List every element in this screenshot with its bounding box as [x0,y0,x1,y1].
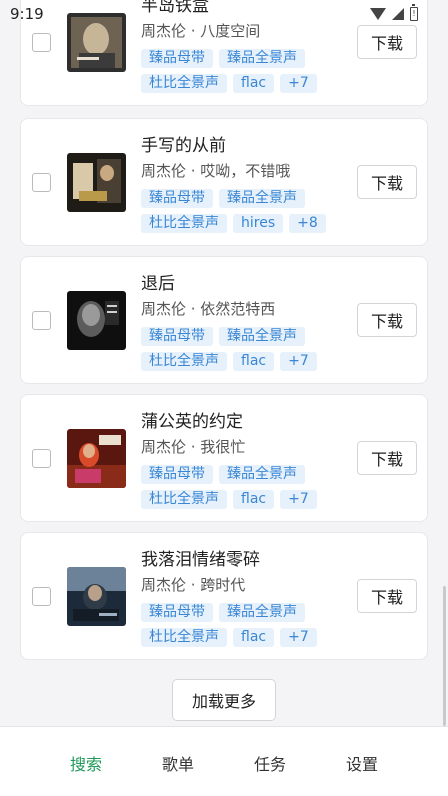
song-card: 半岛铁盒 周杰伦 · 八度空间 臻品母带 臻品全景声 杜比全景声 flac +7… [20,0,428,106]
song-title: 我落泪情绪零碎 [141,550,260,570]
quality-tag: 臻品母带 [141,49,213,68]
album-cover-aiyo [67,153,126,212]
select-checkbox[interactable] [32,449,51,468]
album-cover-the-era [67,567,126,626]
quality-tag: 杜比全景声 [141,214,227,233]
album-cover-still-fantasy [67,291,126,350]
quality-tag: 臻品全景声 [219,189,305,208]
load-more-button[interactable]: 加载更多 [172,679,276,721]
select-checkbox[interactable] [32,173,51,192]
song-artist-album: 周杰伦 · 八度空间 [141,22,261,40]
select-checkbox[interactable] [32,587,51,606]
quality-tag-more: +7 [280,352,317,371]
select-checkbox[interactable] [32,311,51,330]
song-title: 手写的从前 [141,136,226,156]
quality-tags: 臻品母带 臻品全景声 杜比全景声 hires +8 [141,189,341,233]
download-button[interactable]: 下载 [357,303,417,337]
download-button[interactable]: 下载 [357,441,417,475]
quality-tag: 杜比全景声 [141,628,227,647]
song-artist-album: 周杰伦 · 依然范特西 [141,300,276,318]
download-button[interactable]: 下载 [357,165,417,199]
quality-tag-more: +7 [280,490,317,509]
quality-tag: 杜比全景声 [141,490,227,509]
quality-tag: flac [233,352,275,371]
album-cover-on-the-run [67,429,126,488]
quality-tags: 臻品母带 臻品全景声 杜比全景声 flac +7 [141,327,341,371]
nav-tab-settings[interactable]: 设置 [340,749,384,777]
quality-tag: 臻品全景声 [219,465,305,484]
quality-tag: 臻品母带 [141,603,213,622]
quality-tag: 臻品母带 [141,189,213,208]
song-card: 蒲公英的约定 周杰伦 · 我很忙 臻品母带 臻品全景声 杜比全景声 flac +… [20,394,428,522]
quality-tag: flac [233,490,275,509]
quality-tag: 杜比全景声 [141,352,227,371]
quality-tags: 臻品母带 臻品全景声 杜比全景声 flac +7 [141,603,341,647]
song-artist-album: 周杰伦 · 跨时代 [141,576,246,594]
quality-tag: 臻品全景声 [219,49,305,68]
nav-tab-playlists[interactable]: 歌单 [156,749,200,777]
quality-tags: 臻品母带 臻品全景声 杜比全景声 flac +7 [141,49,341,93]
bottom-nav: 搜索 歌单 任务 设置 [0,726,448,796]
nav-tab-tasks[interactable]: 任务 [248,749,292,777]
quality-tag: 臻品母带 [141,465,213,484]
results-list[interactable]: 半岛铁盒 周杰伦 · 八度空间 臻品母带 臻品全景声 杜比全景声 flac +7… [0,0,448,726]
quality-tag: hires [233,214,284,233]
download-button[interactable]: 下载 [357,25,417,59]
download-button[interactable]: 下载 [357,579,417,613]
quality-tag-more: +8 [289,214,326,233]
song-artist-album: 周杰伦 · 我很忙 [141,438,246,456]
nav-tab-search[interactable]: 搜索 [64,749,108,777]
select-checkbox[interactable] [32,33,51,52]
quality-tag-more: +7 [280,74,317,93]
quality-tag: 臻品全景声 [219,327,305,346]
song-card: 我落泪情绪零碎 周杰伦 · 跨时代 臻品母带 臻品全景声 杜比全景声 flac … [20,532,428,660]
song-card: 手写的从前 周杰伦 · 哎呦，不错哦 臻品母带 臻品全景声 杜比全景声 hire… [20,118,428,246]
quality-tags: 臻品母带 臻品全景声 杜比全景声 flac +7 [141,465,341,509]
song-title: 蒲公英的约定 [141,412,243,432]
quality-tag: flac [233,74,275,93]
song-artist-album: 周杰伦 · 哎呦，不错哦 [141,162,291,180]
quality-tag: flac [233,628,275,647]
album-cover-bayeux [67,13,126,72]
quality-tag: 臻品全景声 [219,603,305,622]
quality-tag: 臻品母带 [141,327,213,346]
song-title: 退后 [141,274,175,294]
song-card: 退后 周杰伦 · 依然范特西 臻品母带 臻品全景声 杜比全景声 flac +7 … [20,256,428,384]
scrollbar[interactable] [443,586,446,726]
song-title: 半岛铁盒 [141,0,209,16]
quality-tag-more: +7 [280,628,317,647]
quality-tag: 杜比全景声 [141,74,227,93]
